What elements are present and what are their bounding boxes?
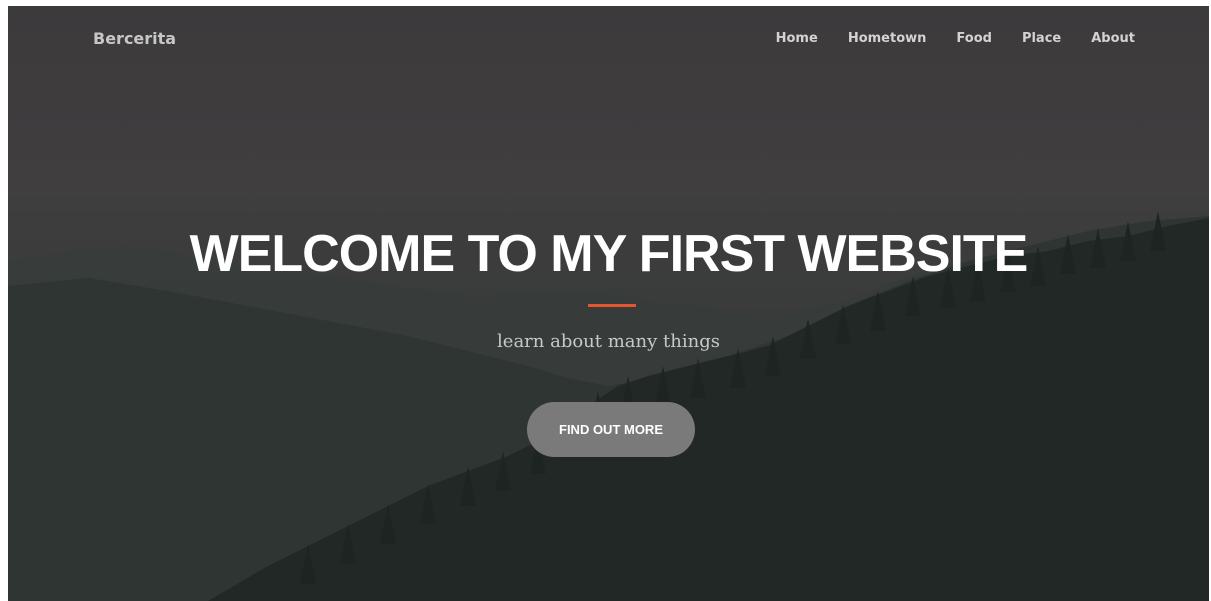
navbar: Bercerita Home Hometown Food Place About bbox=[8, 6, 1209, 72]
nav-link-place[interactable]: Place bbox=[1022, 31, 1061, 46]
nav-link-about[interactable]: About bbox=[1091, 31, 1135, 46]
brand-logo-link[interactable]: Bercerita bbox=[93, 29, 176, 48]
nav-link-home[interactable]: Home bbox=[776, 31, 818, 46]
nav-links: Home Hometown Food Place About bbox=[776, 31, 1135, 46]
hero-section: Bercerita Home Hometown Food Place About… bbox=[8, 6, 1209, 601]
find-out-more-button[interactable]: FIND OUT MORE bbox=[527, 402, 695, 457]
accent-divider bbox=[588, 304, 636, 307]
nav-link-hometown[interactable]: Hometown bbox=[848, 31, 927, 46]
hero-headline: WELCOME TO MY FIRST WEBSITE bbox=[189, 225, 1029, 283]
hero-subhead: learn about many things bbox=[497, 331, 720, 352]
nav-link-food[interactable]: Food bbox=[956, 31, 992, 46]
